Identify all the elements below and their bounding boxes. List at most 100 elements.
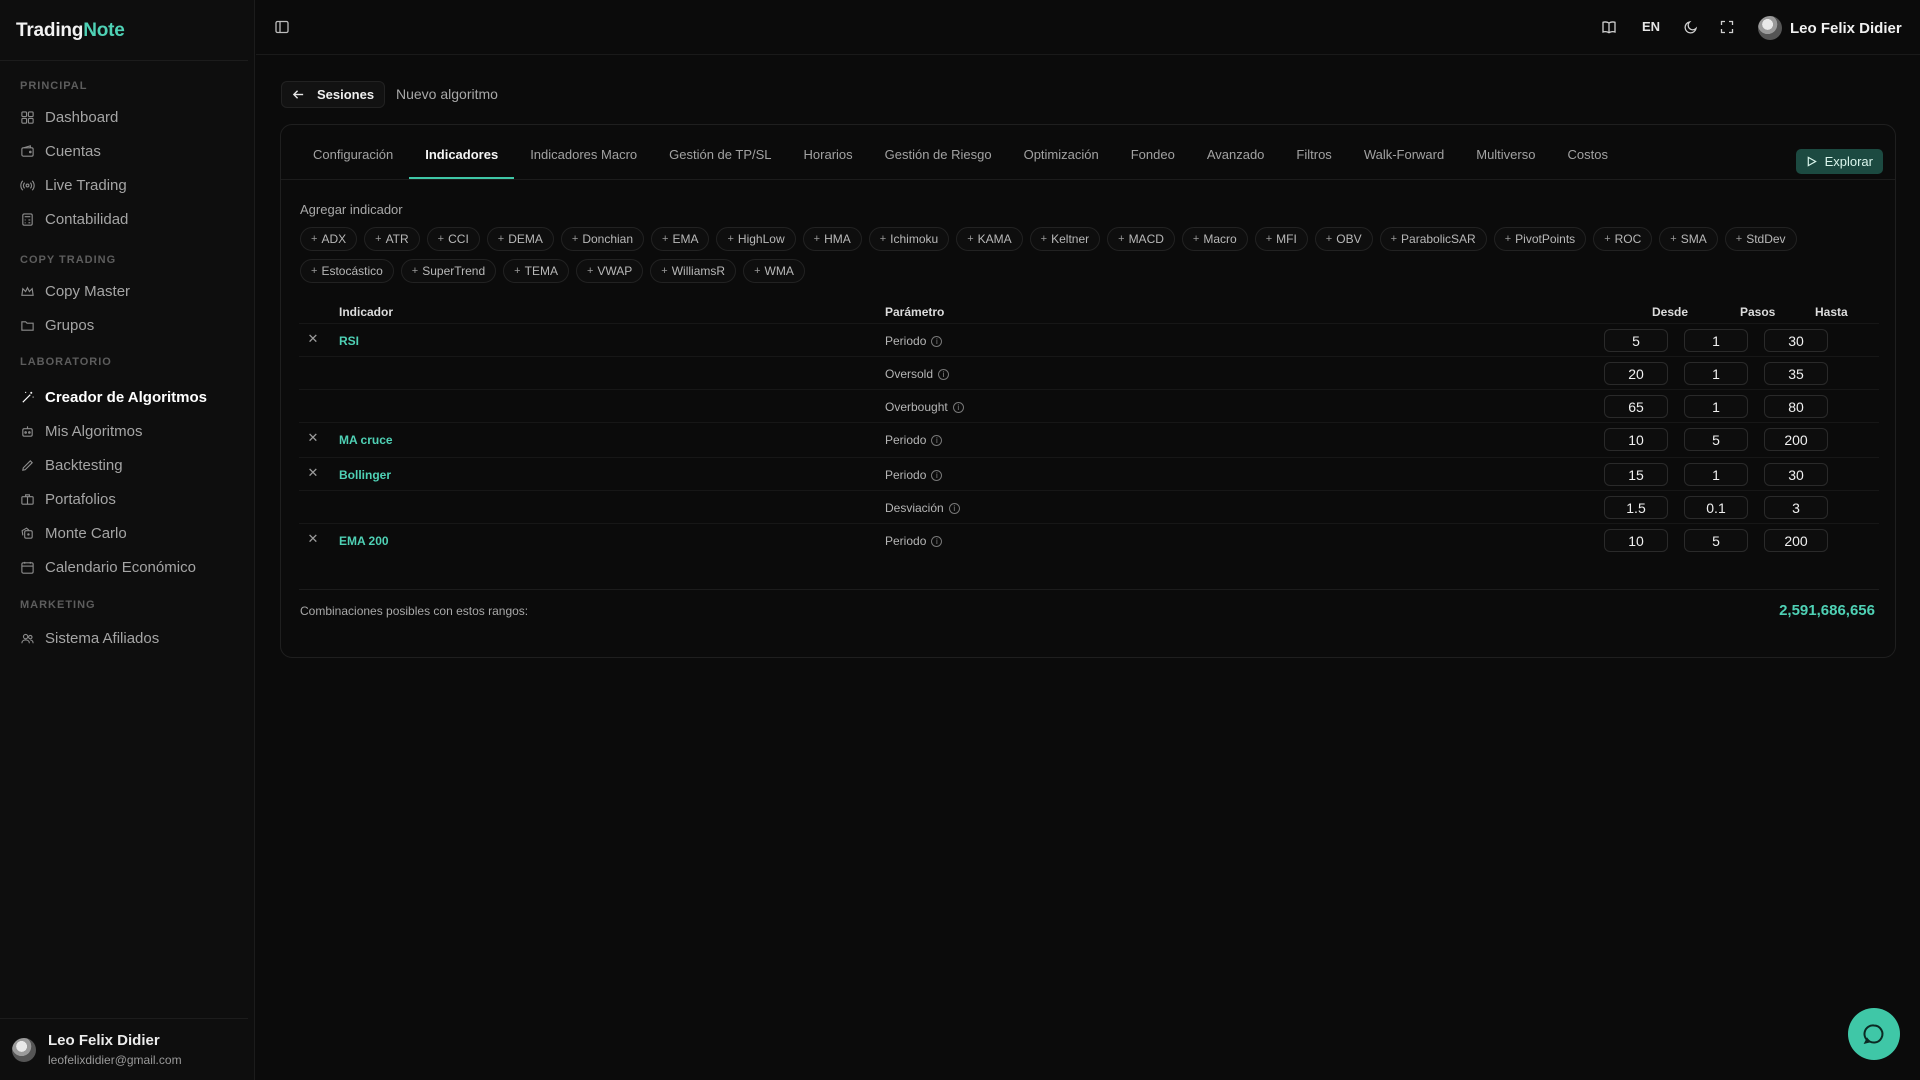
sidebar-item-grupos[interactable]: Grupos bbox=[20, 311, 240, 339]
sidebar-item-portafolios[interactable]: Portafolios bbox=[20, 485, 240, 513]
remove-indicator-icon[interactable]: ✕ bbox=[306, 466, 320, 480]
tab-horarios[interactable]: Horarios bbox=[788, 143, 869, 179]
add-indicator-chip[interactable]: + MFI bbox=[1254, 227, 1308, 251]
to-input[interactable] bbox=[1764, 529, 1828, 552]
add-indicator-chip[interactable]: + SMA bbox=[1659, 227, 1718, 251]
tab-fondeo[interactable]: Fondeo bbox=[1115, 143, 1191, 179]
step-input[interactable] bbox=[1684, 428, 1748, 451]
add-indicator-chip[interactable]: + SuperTrend bbox=[400, 259, 497, 283]
add-indicator-chip[interactable]: + ADX bbox=[300, 227, 358, 251]
add-indicator-chip[interactable]: + ROC bbox=[1593, 227, 1653, 251]
step-input[interactable] bbox=[1684, 395, 1748, 418]
theme-toggle-button[interactable] bbox=[1680, 16, 1702, 38]
from-input[interactable] bbox=[1604, 496, 1668, 519]
tab-avanzado[interactable]: Avanzado bbox=[1191, 143, 1281, 179]
to-input[interactable] bbox=[1764, 496, 1828, 519]
tab-optimizacion[interactable]: Optimización bbox=[1008, 143, 1115, 179]
from-input[interactable] bbox=[1604, 395, 1668, 418]
explore-button[interactable]: Explorar bbox=[1795, 149, 1883, 174]
step-input[interactable] bbox=[1684, 496, 1748, 519]
add-indicator-chip[interactable]: + MACD bbox=[1107, 227, 1175, 251]
add-indicator-chip[interactable]: + ATR bbox=[364, 227, 420, 251]
info-icon[interactable]: i bbox=[931, 469, 943, 481]
chat-button[interactable] bbox=[1848, 1008, 1900, 1060]
step-input[interactable] bbox=[1684, 362, 1748, 385]
info-icon[interactable]: i bbox=[931, 535, 943, 547]
to-input[interactable] bbox=[1764, 362, 1828, 385]
sidebar-item-copy-master[interactable]: Copy Master bbox=[20, 277, 240, 305]
add-indicator-chip[interactable]: + HighLow bbox=[716, 227, 796, 251]
sidebar-item-sistema-afiliados[interactable]: Sistema Afiliados bbox=[20, 624, 240, 652]
toggle-sidebar-button[interactable] bbox=[271, 16, 293, 38]
sidebar-item-label: Calendario Económico bbox=[45, 558, 196, 576]
add-indicator-chip[interactable]: + DEMA bbox=[486, 227, 554, 251]
add-indicator-chip[interactable]: + ParabolicSAR bbox=[1379, 227, 1487, 251]
add-indicator-chip[interactable]: + WilliamsR bbox=[650, 259, 737, 283]
tab-multiverso[interactable]: Multiverso bbox=[1460, 143, 1551, 179]
tab-indicadores[interactable]: Indicadores bbox=[409, 143, 515, 179]
step-input[interactable] bbox=[1684, 529, 1748, 552]
sidebar-item-backtesting[interactable]: Backtesting bbox=[20, 451, 240, 479]
info-icon[interactable]: i bbox=[952, 401, 964, 413]
add-indicator-chip[interactable]: + Macro bbox=[1181, 227, 1248, 251]
fullscreen-button[interactable] bbox=[1716, 16, 1738, 38]
from-input[interactable] bbox=[1604, 529, 1668, 552]
wallet-icon bbox=[20, 144, 35, 159]
sidebar-user[interactable]: Leo Felix Didier leofelixdidier@gmail.co… bbox=[0, 1018, 248, 1080]
sidebar-item-mis-algoritmos[interactable]: Mis Algoritmos bbox=[20, 417, 240, 445]
sidebar-item-live-trading[interactable]: Live Trading bbox=[20, 171, 240, 199]
add-indicator-chip[interactable]: + Ichimoku bbox=[868, 227, 950, 251]
sidebar-item-cuentas[interactable]: Cuentas bbox=[20, 137, 240, 165]
from-input[interactable] bbox=[1604, 428, 1668, 451]
sidebar-item-label: Creador de Algoritmos bbox=[45, 388, 207, 406]
add-indicator-chip[interactable]: + OBV bbox=[1314, 227, 1373, 251]
sidebar-item-monte-carlo[interactable]: Monte Carlo bbox=[20, 519, 240, 547]
info-icon[interactable]: i bbox=[938, 368, 950, 380]
add-indicator-chip[interactable]: + CCI bbox=[426, 227, 480, 251]
chip-label: TEMA bbox=[524, 264, 558, 278]
info-icon[interactable]: i bbox=[931, 335, 943, 347]
add-indicator-chip[interactable]: + Estocástico bbox=[300, 259, 394, 283]
tab-configuracion[interactable]: Configuración bbox=[297, 143, 409, 179]
back-button[interactable]: Sesiones bbox=[281, 81, 386, 108]
to-input[interactable] bbox=[1764, 463, 1828, 486]
remove-indicator-icon[interactable]: ✕ bbox=[306, 431, 320, 445]
tab-costos[interactable]: Costos bbox=[1551, 143, 1623, 179]
sidebar-item-calendario-economico[interactable]: Calendario Económico bbox=[20, 553, 240, 581]
from-input[interactable] bbox=[1604, 329, 1668, 352]
sidebar-item-creador-de-algoritmos[interactable]: Creador de Algoritmos bbox=[20, 383, 240, 411]
from-input[interactable] bbox=[1604, 362, 1668, 385]
user-menu[interactable]: Leo Felix Didier bbox=[1758, 16, 1902, 40]
tab-indicadores-macro[interactable]: Indicadores Macro bbox=[514, 143, 653, 179]
app-logo[interactable]: TradingNote bbox=[16, 20, 125, 42]
add-indicator-chip[interactable]: + WMA bbox=[743, 259, 805, 283]
remove-indicator-icon[interactable]: ✕ bbox=[306, 532, 320, 546]
to-input[interactable] bbox=[1764, 428, 1828, 451]
info-icon[interactable]: i bbox=[948, 502, 960, 514]
sidebar-item-dashboard[interactable]: Dashboard bbox=[20, 103, 240, 131]
sidebar-item-contabilidad[interactable]: Contabilidad bbox=[20, 205, 240, 233]
from-input[interactable] bbox=[1604, 463, 1668, 486]
add-indicator-chip[interactable]: + TEMA bbox=[503, 259, 569, 283]
add-indicator-chip[interactable]: + KAMA bbox=[956, 227, 1023, 251]
add-indicator-chip[interactable]: + StdDev bbox=[1724, 227, 1797, 251]
add-indicator-chip[interactable]: + Donchian bbox=[560, 227, 645, 251]
add-indicator-chip[interactable]: + PivotPoints bbox=[1493, 227, 1587, 251]
tab-gestion-de-riesgo[interactable]: Gestión de Riesgo bbox=[869, 143, 1008, 179]
add-indicator-chip[interactable]: + VWAP bbox=[575, 259, 644, 283]
tab-walk-forward[interactable]: Walk-Forward bbox=[1348, 143, 1460, 179]
docs-button[interactable] bbox=[1598, 16, 1620, 38]
add-indicator-chip[interactable]: + Keltner bbox=[1029, 227, 1101, 251]
to-input[interactable] bbox=[1764, 395, 1828, 418]
tab-gestion-de-tp-sl[interactable]: Gestión de TP/SL bbox=[653, 143, 787, 179]
step-input[interactable] bbox=[1684, 463, 1748, 486]
info-icon[interactable]: i bbox=[931, 434, 943, 446]
to-input[interactable] bbox=[1764, 329, 1828, 352]
language-selector[interactable]: EN bbox=[1642, 19, 1660, 34]
remove-indicator-icon[interactable]: ✕ bbox=[306, 332, 320, 346]
tab-filtros[interactable]: Filtros bbox=[1280, 143, 1347, 179]
chip-label: WilliamsR bbox=[671, 264, 726, 278]
step-input[interactable] bbox=[1684, 329, 1748, 352]
add-indicator-chip[interactable]: + EMA bbox=[651, 227, 710, 251]
add-indicator-chip[interactable]: + HMA bbox=[802, 227, 862, 251]
